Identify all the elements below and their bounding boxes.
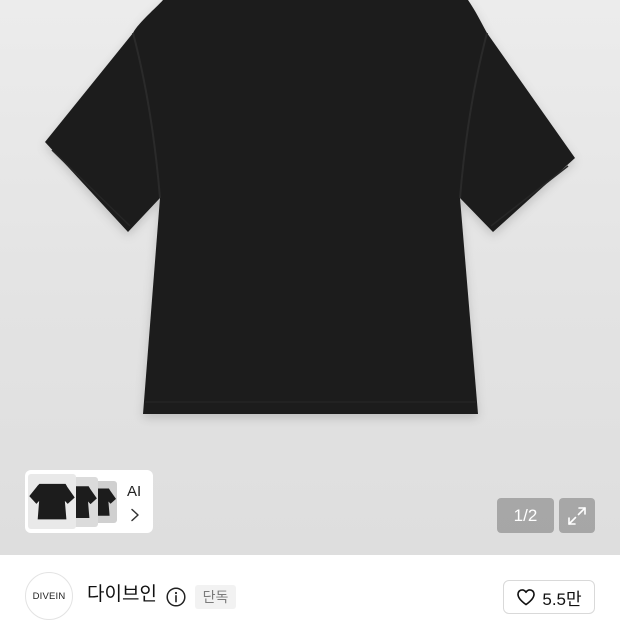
thumbnail-1[interactable] (28, 474, 76, 529)
chevron-right-icon[interactable] (130, 508, 140, 522)
brand-name[interactable]: 다이브인 (87, 584, 157, 606)
info-icon[interactable] (166, 587, 186, 607)
brand-logo-text: DIVEIN (32, 590, 66, 602)
heart-icon (517, 589, 536, 606)
exclusive-badge: 단독 (195, 585, 236, 609)
product-page: AI 1 / 2 DIVEIN 다이브인 단독 5.5만 (0, 0, 620, 620)
expand-icon (568, 506, 586, 525)
brand-logo[interactable]: DIVEIN (25, 572, 73, 620)
tshirt-body (45, 0, 575, 414)
pager-current: 1 (513, 505, 524, 525)
pager-total: 2 (527, 505, 538, 525)
brand-row: DIVEIN 다이브인 단독 5.5만 (0, 555, 620, 620)
like-count: 5.5만 (542, 589, 582, 609)
like-button[interactable]: 5.5만 (503, 580, 595, 614)
product-image[interactable]: AI 1 / 2 (0, 0, 620, 555)
ai-thumbnail-card[interactable]: AI (25, 470, 153, 533)
tshirt-thumbnail-icon (28, 474, 76, 529)
ai-label: AI (127, 483, 142, 500)
expand-button[interactable] (559, 498, 595, 533)
image-pager: 1 / 2 (497, 498, 554, 533)
